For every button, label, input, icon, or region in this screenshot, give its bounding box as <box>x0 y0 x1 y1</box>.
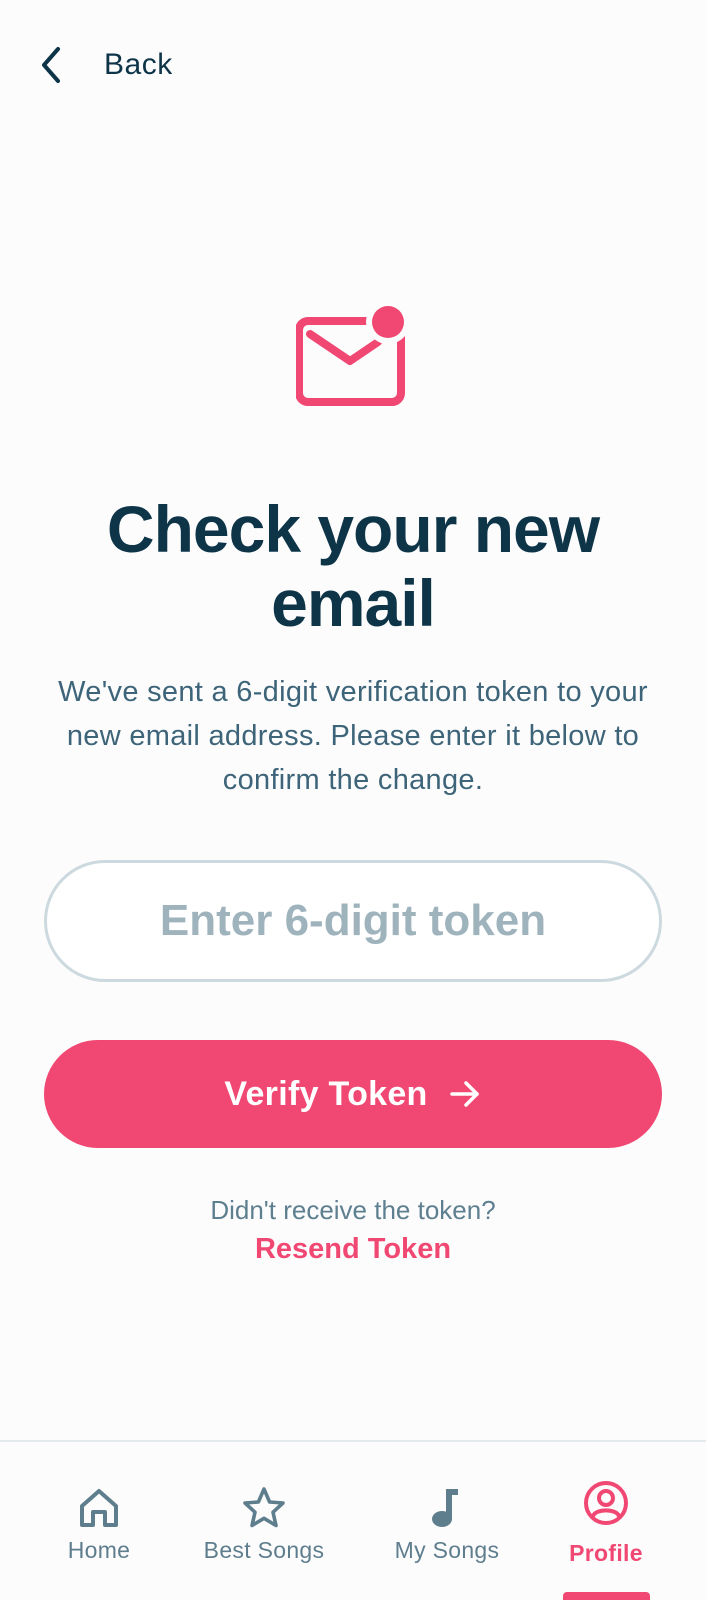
verify-token-button[interactable]: Verify Token <box>44 1040 662 1148</box>
star-icon <box>243 1487 285 1528</box>
back-button[interactable]: Back <box>36 40 173 90</box>
chevron-left-icon <box>42 47 60 83</box>
tab-best-songs[interactable]: Best Songs <box>179 1442 349 1600</box>
tab-profile[interactable]: Profile <box>521 1442 691 1600</box>
mail-notification-icon <box>296 304 410 406</box>
tab-my-songs-label: My Songs <box>394 1537 500 1563</box>
tab-my-songs[interactable]: My Songs <box>362 1442 532 1600</box>
resend-prompt: Didn't receive the token? <box>210 1195 496 1225</box>
verify-email-screen: Back Check your new email We've sent a 6… <box>0 0 706 1600</box>
resend-token-link[interactable]: Resend Token <box>0 1233 706 1266</box>
active-tab-indicator <box>563 1592 650 1600</box>
back-label: Back <box>104 48 173 81</box>
page-subtitle: We've sent a 6-digit verification token … <box>58 676 648 796</box>
verify-token-label: Verify Token <box>224 1074 428 1113</box>
tab-home-label: Home <box>67 1537 131 1563</box>
arrow-right-icon <box>449 1081 479 1107</box>
profile-icon <box>584 1481 628 1525</box>
bottom-tab-bar: Home Best Songs My Songs Profile <box>0 1440 706 1600</box>
music-note-icon <box>432 1489 458 1527</box>
home-icon <box>80 1489 118 1527</box>
tab-best-songs-label: Best Songs <box>203 1537 325 1563</box>
token-input[interactable] <box>44 860 662 982</box>
tab-home[interactable]: Home <box>14 1442 184 1600</box>
page-title: Check your new email <box>106 492 600 640</box>
tab-profile-label: Profile <box>569 1540 643 1566</box>
